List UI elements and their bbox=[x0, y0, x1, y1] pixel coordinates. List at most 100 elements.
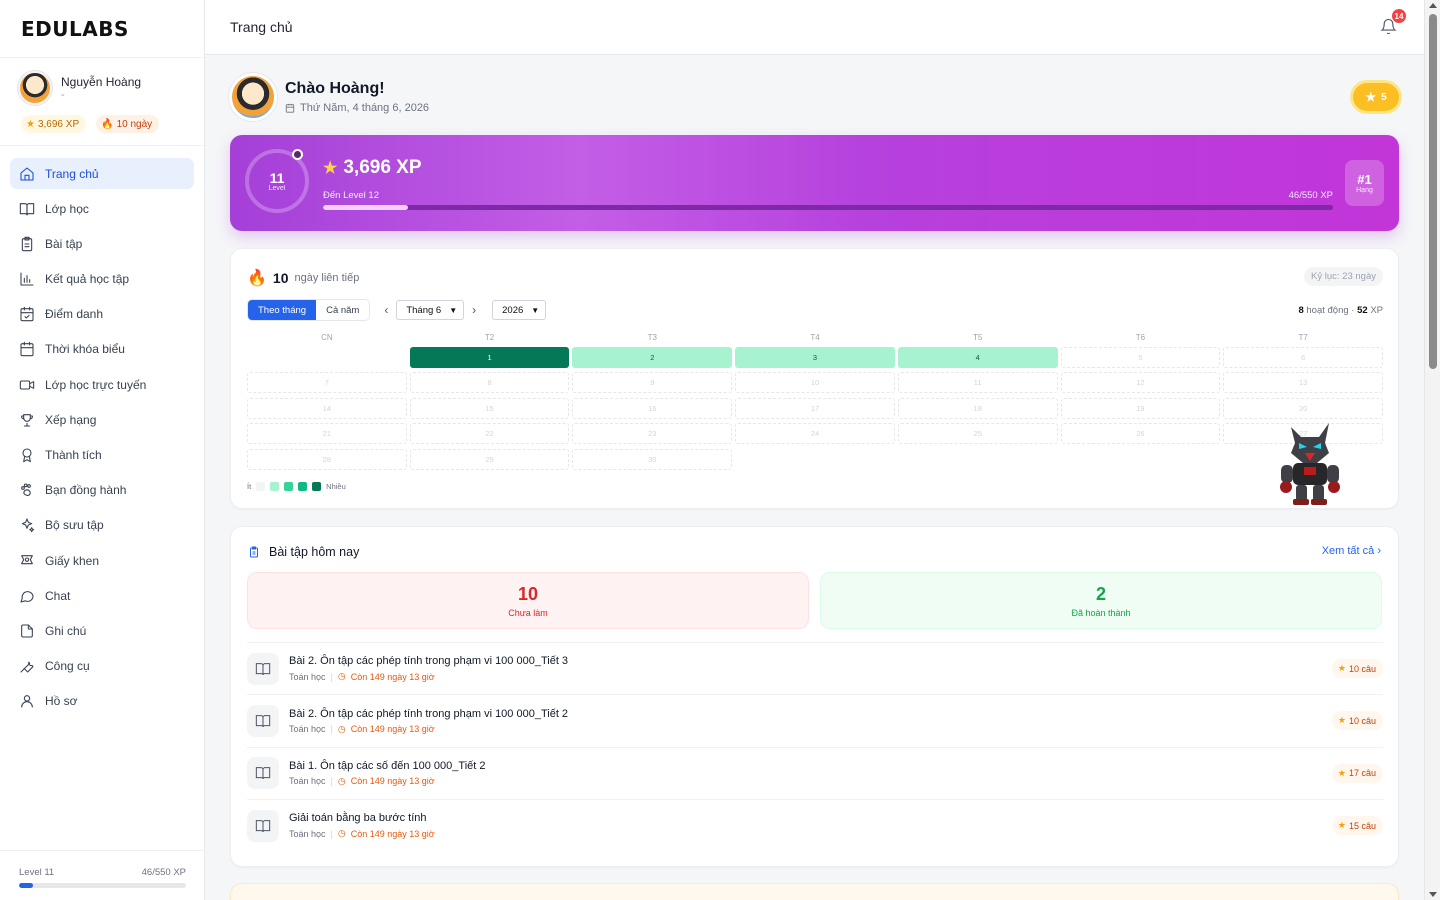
sidebar-item-2[interactable]: Bài tập bbox=[10, 228, 194, 259]
scrollbar-thumb[interactable] bbox=[1429, 14, 1437, 369]
calendar-day[interactable]: 26 bbox=[1060, 423, 1221, 445]
sidebar-item-7[interactable]: Xếp hạng bbox=[10, 404, 194, 435]
calendar-day[interactable]: 13 bbox=[1223, 372, 1383, 394]
calendar-day[interactable]: 14 bbox=[247, 397, 407, 419]
award-icon bbox=[21, 554, 33, 564]
homework-due: Còn 149 ngày 13 giờ bbox=[350, 776, 435, 787]
sidebar-item-label: Thành tích bbox=[45, 448, 102, 462]
rank-number: #1 bbox=[1357, 172, 1372, 187]
sidebar-item-1[interactable]: Lớp học bbox=[10, 193, 194, 224]
calendar-day[interactable]: 15 bbox=[409, 397, 570, 419]
calendar-days: 1 2 3 4 5 6 7 8 9 10 11 12 13 14 15 16 17 18 19 20 21 22 23 24 2… bbox=[247, 347, 1383, 470]
calendar-day[interactable]: 2 bbox=[572, 347, 733, 368]
done-stat[interactable]: 2 Đã hoàn thành bbox=[820, 572, 1382, 629]
meta-divider: | bbox=[330, 776, 333, 787]
sidebar-item-14[interactable]: Công cụ bbox=[10, 651, 194, 682]
sidebar-item-0[interactable]: Trang chủ bbox=[10, 158, 194, 189]
calendar-day[interactable]: 10 bbox=[735, 372, 895, 394]
calendar-day[interactable]: 8 bbox=[409, 372, 570, 394]
level-ring: 11 Level bbox=[245, 149, 309, 213]
calendar-day[interactable]: 7 bbox=[247, 372, 407, 394]
sidebar-item-label: Giấy khen bbox=[45, 553, 100, 568]
calendar-day[interactable]: 4 bbox=[897, 347, 1058, 368]
question-count: 10 câu bbox=[1348, 663, 1376, 674]
level-progress-bar bbox=[19, 883, 186, 888]
sidebar-item-9[interactable]: Bạn đồng hành bbox=[10, 475, 194, 506]
calendar-day[interactable]: 18 bbox=[897, 397, 1058, 419]
star-icon: ★ bbox=[1337, 767, 1346, 778]
activity-label: hoạt động · bbox=[1306, 305, 1355, 316]
activity-xp-unit: XP bbox=[1370, 305, 1383, 316]
todo-stat[interactable]: 10 Chưa làm bbox=[247, 572, 809, 629]
legend-swatch bbox=[270, 482, 280, 491]
calendar-day[interactable]: 6 bbox=[1223, 347, 1383, 368]
calendar-day[interactable]: 20 bbox=[1223, 397, 1383, 419]
app-logo[interactable]: EDULABS bbox=[0, 0, 204, 58]
scroll-down-icon[interactable] bbox=[1429, 892, 1437, 897]
calendar-day[interactable]: 23 bbox=[572, 423, 733, 445]
homework-item[interactable]: Bài 2. Ôn tập các phép tính trong phạm v… bbox=[247, 694, 1383, 746]
calendar-day[interactable]: 29 bbox=[409, 448, 570, 470]
weekday-label: T2 bbox=[484, 333, 495, 342]
user-name: Nguyễn Hoàng bbox=[61, 75, 142, 89]
year-select[interactable]: 2026 ▼ bbox=[492, 300, 547, 320]
see-all-link[interactable]: Xem tất cả › bbox=[1322, 545, 1381, 557]
legend-swatch bbox=[312, 482, 322, 491]
avatar[interactable] bbox=[18, 71, 52, 105]
streak-pill: 🔥 10 ngày bbox=[96, 115, 160, 133]
home-icon bbox=[20, 166, 34, 181]
sidebar-item-label: Lớp học trực tuyến bbox=[45, 377, 147, 392]
greeting-date: Thứ Năm, 4 tháng 6, 2026 bbox=[285, 102, 429, 114]
sidebar-item-12[interactable]: Chat bbox=[10, 580, 194, 611]
calendar-controls: Theo tháng Cả năm ‹ Tháng 6 ▼ › 2026 ▼ bbox=[247, 299, 547, 321]
sidebar-item-4[interactable]: Điểm danh bbox=[10, 299, 194, 330]
weekday-label: T3 bbox=[647, 333, 657, 342]
sidebar-item-8[interactable]: Thành tích bbox=[10, 440, 194, 471]
homework-meta: Toán học | ◷ Còn 149 ngày 13 giờ bbox=[289, 828, 435, 839]
calendar-day[interactable]: 19 bbox=[1060, 397, 1221, 419]
sidebar-item-3[interactable]: Kết quả học tập bbox=[10, 264, 194, 295]
level-label: Level 11 bbox=[19, 867, 55, 878]
todo-label: Chưa làm bbox=[508, 607, 548, 618]
robot-companion[interactable] bbox=[1277, 419, 1343, 507]
scroll-up-icon[interactable] bbox=[1429, 3, 1437, 8]
next-month-button[interactable]: › bbox=[472, 303, 476, 317]
calendar-legend: Ít Nhiều bbox=[247, 482, 346, 491]
prev-month-button[interactable]: ‹ bbox=[384, 303, 388, 317]
notification-button[interactable]: 14 bbox=[1380, 9, 1406, 36]
calendar-day[interactable]: 24 bbox=[735, 423, 895, 445]
calendar-day[interactable]: 17 bbox=[735, 397, 895, 419]
sidebar-item-11[interactable]: Giấy khen bbox=[10, 545, 194, 576]
rank-badge[interactable]: #1 Hạng bbox=[1345, 160, 1384, 206]
level-number: 11 bbox=[269, 169, 285, 186]
tab-month[interactable]: Theo tháng bbox=[248, 300, 317, 320]
star-count: 5 bbox=[1381, 91, 1387, 103]
sidebar-item-13[interactable]: Ghi chú bbox=[10, 615, 194, 646]
calendar-day[interactable]: 16 bbox=[572, 397, 733, 419]
tab-year[interactable]: Cả năm bbox=[316, 300, 370, 320]
homework-item[interactable]: Bài 1. Ôn tập các số đến 100 000_Tiết 2 T… bbox=[247, 746, 1383, 799]
xp-total: ★ 3,696 XP bbox=[323, 157, 422, 179]
star-counter[interactable]: ★ 5 bbox=[1353, 83, 1399, 111]
calendar-day[interactable]: 22 bbox=[409, 423, 570, 445]
calendar-day[interactable]: 30 bbox=[572, 448, 733, 470]
calendar-day[interactable]: 9 bbox=[572, 372, 733, 394]
homework-item[interactable]: Giải toán bằng ba bước tính Toán học | ◷ Còn… bbox=[247, 799, 1383, 851]
page-scrollbar[interactable] bbox=[1424, 0, 1440, 900]
month-select[interactable]: Tháng 6 ▼ bbox=[396, 300, 465, 320]
homework-item[interactable]: Bài 2. Ôn tập các phép tính trong phạm v… bbox=[247, 642, 1383, 694]
calendar-day[interactable]: 25 bbox=[897, 423, 1058, 445]
sidebar-item-10[interactable]: Bộ sưu tập bbox=[10, 510, 194, 541]
calendar-day[interactable]: 21 bbox=[247, 423, 407, 445]
calendar-day[interactable]: 3 bbox=[735, 347, 895, 368]
calendar-day[interactable]: 1 bbox=[409, 347, 570, 368]
calendar-day[interactable]: 5 bbox=[1060, 347, 1221, 368]
sidebar-item-15[interactable]: Hồ sơ bbox=[10, 686, 194, 717]
sidebar-item-6[interactable]: Lớp học trực tuyến bbox=[10, 369, 194, 400]
avatar[interactable] bbox=[229, 73, 277, 121]
calendar-day[interactable]: 11 bbox=[897, 372, 1058, 394]
sidebar-item-5[interactable]: Thời khóa biểu bbox=[10, 334, 194, 365]
calendar-day[interactable]: 12 bbox=[1060, 372, 1221, 394]
see-all-label: Xem tất cả bbox=[1321, 545, 1375, 557]
calendar-day[interactable]: 28 bbox=[247, 448, 407, 470]
